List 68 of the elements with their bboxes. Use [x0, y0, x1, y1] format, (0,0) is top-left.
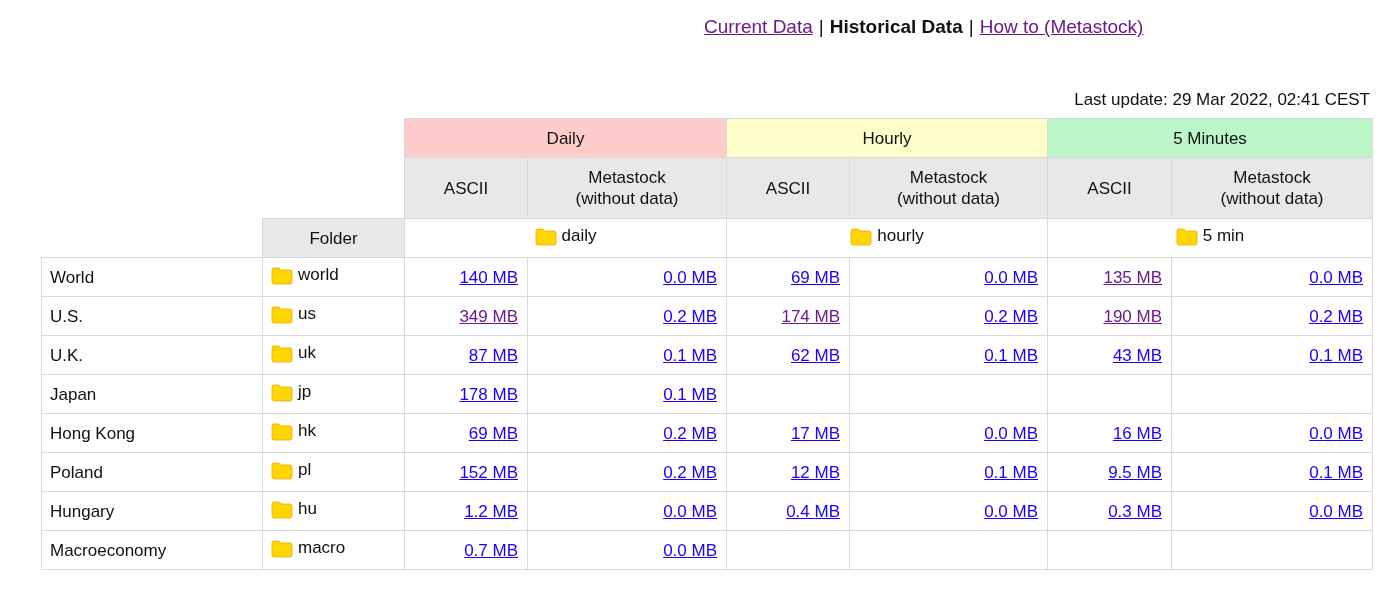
folder-name: uk	[298, 342, 316, 363]
column-header: Metastock (without data)	[849, 157, 1048, 219]
market-name: World	[41, 257, 263, 297]
folder-name: macro	[298, 537, 346, 558]
last-update-text: Last update: 29 Mar 2022, 02:41 CEST	[1074, 90, 1370, 110]
file-size-link[interactable]: 0.2 MB	[663, 462, 717, 482]
file-size-link[interactable]: 0.2 MB	[1309, 306, 1364, 326]
market-name: Hong Kong	[41, 413, 263, 453]
column-header: ASCII	[404, 157, 528, 219]
group-header: 5 Minutes	[1047, 118, 1373, 158]
file-size-link[interactable]: 0.1 MB	[1309, 462, 1364, 482]
folder-name: world	[298, 264, 339, 285]
file-size-link[interactable]: 16 MB	[1112, 423, 1162, 443]
folder-name: 5 min	[1202, 225, 1245, 246]
file-size-link[interactable]: 43 MB	[1112, 345, 1162, 365]
file-size-link[interactable]: 0.0 MB	[663, 501, 717, 521]
file-size-link[interactable]: 0.0 MB	[1309, 501, 1364, 521]
file-size-link[interactable]: 0.1 MB	[1309, 345, 1364, 365]
folder-name: jp	[298, 381, 312, 402]
folder-icon	[271, 501, 293, 519]
nav-separator: |	[818, 16, 824, 38]
file-size-link[interactable]: 0.0 MB	[984, 501, 1038, 521]
file-size-link[interactable]: 0.0 MB	[663, 267, 717, 287]
file-size-link[interactable]: 0.2 MB	[663, 423, 717, 443]
folder-icon	[271, 384, 293, 402]
folder-icon	[850, 228, 873, 246]
current-page-label: Historical Data	[829, 16, 963, 38]
column-header: ASCII	[1047, 157, 1172, 219]
file-size-link[interactable]: 0.0 MB	[984, 423, 1038, 443]
file-size-link[interactable]: 0.2 MB	[984, 306, 1038, 326]
file-size-link[interactable]: 0.1 MB	[663, 345, 717, 365]
folder-icon	[1175, 228, 1198, 246]
folder-icon	[271, 540, 293, 558]
nav-link[interactable]: How to (Metastock)	[979, 16, 1144, 38]
folder-icon	[271, 306, 293, 324]
file-size-link[interactable]: 0.0 MB	[1309, 423, 1364, 443]
nav-separator: |	[968, 16, 974, 38]
column-header: Metastock (without data)	[527, 157, 727, 219]
file-size-link[interactable]: 0.1 MB	[984, 462, 1038, 482]
group-header: Hourly	[726, 118, 1048, 158]
market-name: U.K.	[41, 335, 263, 375]
folder-icon	[271, 423, 293, 441]
folder-icon	[534, 228, 557, 246]
market-name: Macroeconomy	[41, 530, 263, 570]
folder-name: hu	[298, 498, 317, 519]
market-name: U.S.	[41, 296, 263, 336]
folder-icon	[271, 345, 293, 363]
folder-name: hk	[298, 420, 316, 441]
column-header: Metastock (without data)	[1171, 157, 1373, 219]
market-name: Hungary	[41, 491, 263, 531]
market-name: Japan	[41, 374, 263, 414]
folder-name: daily	[561, 225, 597, 246]
folder-name: us	[298, 303, 316, 324]
file-size-link[interactable]: 0.0 MB	[984, 267, 1038, 287]
file-size-link[interactable]: 0.1 MB	[663, 384, 717, 404]
file-size-link[interactable]: 0.2 MB	[663, 306, 717, 326]
folder-icon	[271, 462, 293, 480]
file-size-link[interactable]: 0.0 MB	[663, 540, 717, 560]
group-header: Daily	[404, 118, 727, 158]
column-header: ASCII	[726, 157, 850, 219]
nav-link[interactable]: Current Data	[704, 16, 813, 38]
folder-name: pl	[298, 459, 312, 480]
file-size-link[interactable]: 0.1 MB	[984, 345, 1038, 365]
folder-header: Folder	[262, 218, 405, 258]
market-name: Poland	[41, 452, 263, 492]
folder-icon	[271, 267, 293, 285]
file-size-link[interactable]: 0.0 MB	[1309, 267, 1364, 287]
folder-name: hourly	[877, 225, 924, 246]
